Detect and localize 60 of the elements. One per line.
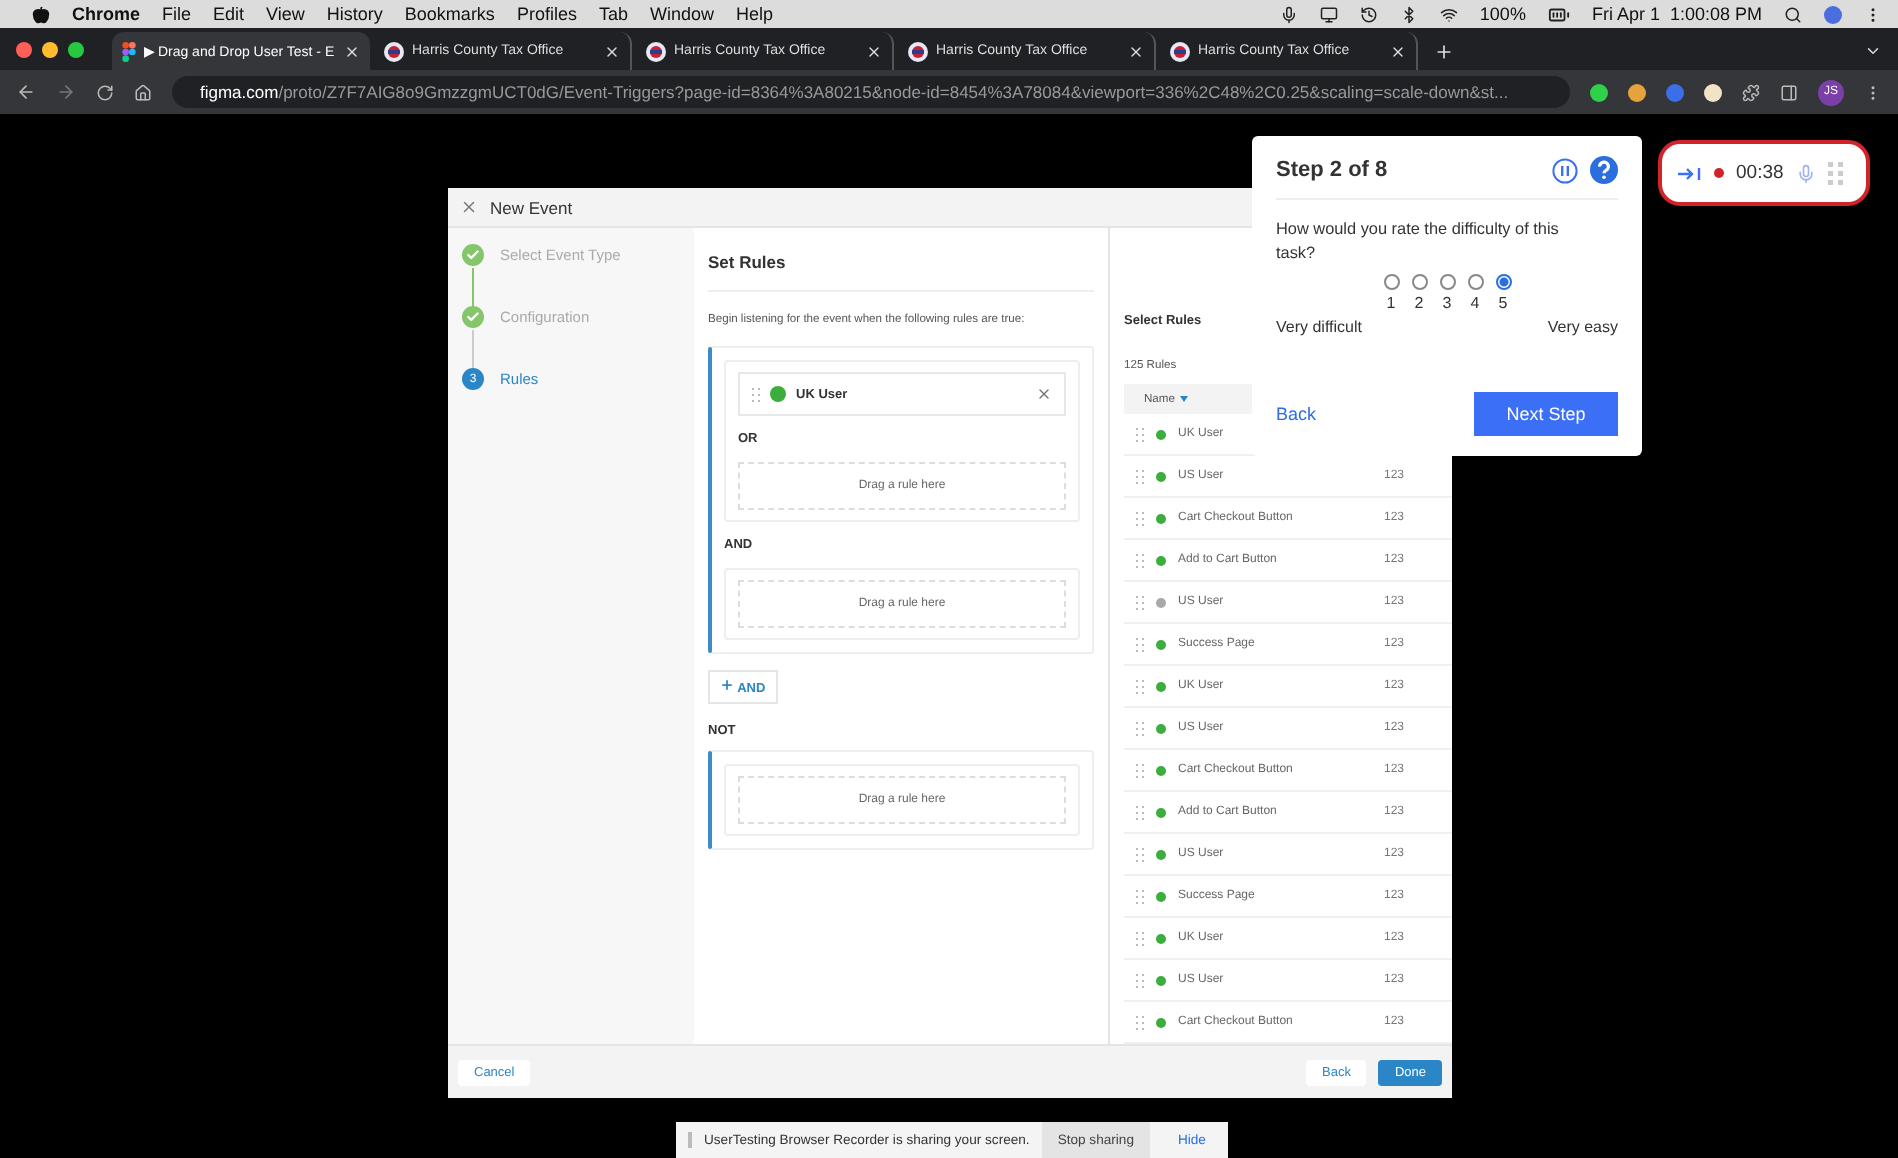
section-title: Set Rules <box>708 228 1094 292</box>
seal-icon <box>646 41 666 61</box>
chevron-down-icon[interactable] <box>1864 42 1882 60</box>
survey-step-title: Step 2 of 8 <box>1276 158 1390 182</box>
new-tab-icon[interactable] <box>1434 41 1454 61</box>
menu-item[interactable]: Window <box>649 4 714 24</box>
rating-option[interactable]: 1 <box>1381 274 1401 312</box>
apple-logo-icon <box>32 5 50 23</box>
recording-time: 00:38 <box>1736 162 1784 184</box>
address-field[interactable]: figma.com/proto/Z7F7AIG8o9GmzzgmUCT0dG/Event-Triggers?page-id=8364%3A80215&node-id=8454%3A78084&viewport=336%2C48%2C0.25&scaling=scale-down&st... <box>172 76 1570 108</box>
menu-clock: Fri Apr 1 1:00:08 PM <box>1591 4 1762 24</box>
menu-item[interactable]: File <box>162 4 192 24</box>
help-icon[interactable] <box>1590 156 1618 184</box>
url-text: figma.com/proto/Z7F7AIG8o9GmzzgmUCT0dG/Event-Triggers?page-id=8364%3A80215&node-id=8454%3A78084&viewport=336%2C48%2C0.25&scaling=scale-down&st... <box>200 82 1509 102</box>
menu-item[interactable]: Edit <box>213 4 245 24</box>
search-icon[interactable] <box>1784 5 1802 23</box>
menu-item[interactable]: View <box>266 4 305 24</box>
next-step-button[interactable]: Next Step <box>1474 392 1618 436</box>
pause-icon[interactable] <box>1552 157 1578 183</box>
plus-icon <box>720 678 734 692</box>
minimize-window-icon[interactable] <box>42 42 58 58</box>
extensions-icon[interactable] <box>1742 83 1760 101</box>
survey-question: How would you rate the difficulty of this task? <box>1276 218 1561 266</box>
menu-item[interactable]: Profiles <box>516 4 577 24</box>
side-panel-icon[interactable] <box>1780 83 1798 101</box>
back-link[interactable]: Back <box>1276 404 1317 424</box>
menu-item[interactable]: Help <box>735 4 773 24</box>
scale-low-label: Very difficult <box>1276 318 1362 336</box>
rating-option[interactable]: 5 <box>1493 274 1513 312</box>
sort-caret-icon[interactable] <box>1180 396 1189 402</box>
menu-app-name[interactable]: Chrome <box>72 4 141 24</box>
home-icon[interactable] <box>134 83 152 101</box>
scale-high-label: Very easy <box>1547 318 1618 336</box>
seal-icon <box>908 41 928 61</box>
menu-item[interactable]: History <box>326 4 383 24</box>
menu-item[interactable]: Tab <box>598 4 628 24</box>
wifi-icon <box>1439 5 1458 23</box>
clock-icon <box>1359 5 1378 23</box>
microphone-icon <box>1795 163 1816 183</box>
back-icon[interactable] <box>16 82 36 102</box>
dialog-title: New Event <box>490 197 573 217</box>
bluetooth-icon <box>1399 5 1418 23</box>
microphone-icon <box>1279 5 1298 23</box>
maximize-window-icon[interactable] <box>68 42 84 58</box>
collapse-icon[interactable] <box>1678 165 1702 181</box>
rating-option[interactable]: 2 <box>1409 274 1429 312</box>
forward-icon[interactable] <box>56 82 76 102</box>
menu-item[interactable]: Bookmarks <box>404 4 495 24</box>
close-window-icon[interactable] <box>16 42 32 58</box>
recording-dot <box>1714 168 1724 178</box>
battery-percent: 100% <box>1479 4 1526 24</box>
rating-option[interactable]: 4 <box>1465 274 1485 312</box>
seal-icon <box>1170 41 1190 61</box>
drag-handle-icon[interactable] <box>1827 161 1844 185</box>
figma-logo-icon <box>122 41 136 61</box>
monitor-icon <box>1319 5 1338 23</box>
rating-option[interactable]: 3 <box>1437 274 1457 312</box>
seal-icon <box>384 41 404 61</box>
battery-icon <box>1547 3 1570 25</box>
reload-icon[interactable] <box>96 83 114 101</box>
